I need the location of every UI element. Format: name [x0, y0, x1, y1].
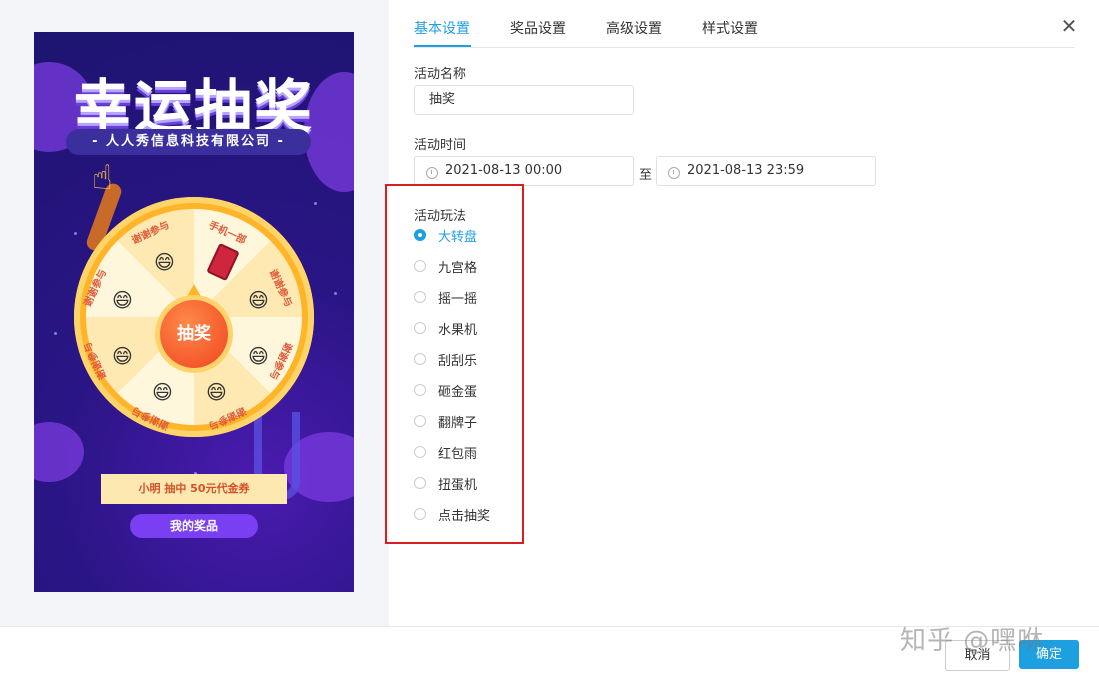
active-tab-indicator [414, 45, 471, 47]
tab-prize-settings[interactable]: 奖品设置 [510, 18, 566, 38]
close-icon[interactable]: ✕ [1060, 16, 1078, 36]
smile-icon: 😄 [154, 250, 175, 274]
smile-icon: 😄 [206, 380, 227, 404]
smile-icon: 😄 [112, 344, 133, 368]
tab-basic-settings[interactable]: 基本设置 [414, 18, 470, 38]
draw-button[interactable]: 抽奖 [160, 300, 228, 368]
smile-icon: 😄 [248, 288, 269, 312]
annotation-highlight-box [385, 184, 524, 544]
activity-name-input[interactable]: 抽奖 [414, 85, 634, 115]
watermark: 知乎 @嘿咻 [900, 626, 1045, 656]
smile-icon: 😄 [112, 288, 133, 312]
tab-style-settings[interactable]: 样式设置 [702, 18, 758, 38]
date-range-separator: 至 [639, 168, 653, 183]
tab-advanced-settings[interactable]: 高级设置 [606, 18, 662, 38]
end-time-input[interactable]: 2021-08-13 23:59 [656, 156, 876, 186]
pointing-hand-icon: ☝ [92, 158, 113, 198]
preview-panel: 幸运抽奖 - 人人秀信息科技有限公司 - ☝ 谢谢参与 手机一部 谢谢参与 谢谢… [0, 0, 389, 626]
company-banner: - 人人秀信息科技有限公司 - [66, 129, 311, 155]
my-prize-button[interactable]: 我的奖品 [130, 514, 258, 538]
clock-icon [426, 167, 438, 179]
activity-name-label: 活动名称 [414, 67, 467, 82]
start-time-input[interactable]: 2021-08-13 00:00 [414, 156, 634, 186]
decor-blob [34, 422, 84, 482]
clock-icon [668, 167, 680, 179]
smile-icon: 😄 [152, 380, 173, 404]
winner-banner: 小明 抽中 50元代金券 [101, 474, 287, 504]
lottery-poster: 幸运抽奖 - 人人秀信息科技有限公司 - ☝ 谢谢参与 手机一部 谢谢参与 谢谢… [34, 32, 354, 592]
activity-time-label: 活动时间 [414, 138, 467, 153]
smile-icon: 😄 [248, 344, 269, 368]
